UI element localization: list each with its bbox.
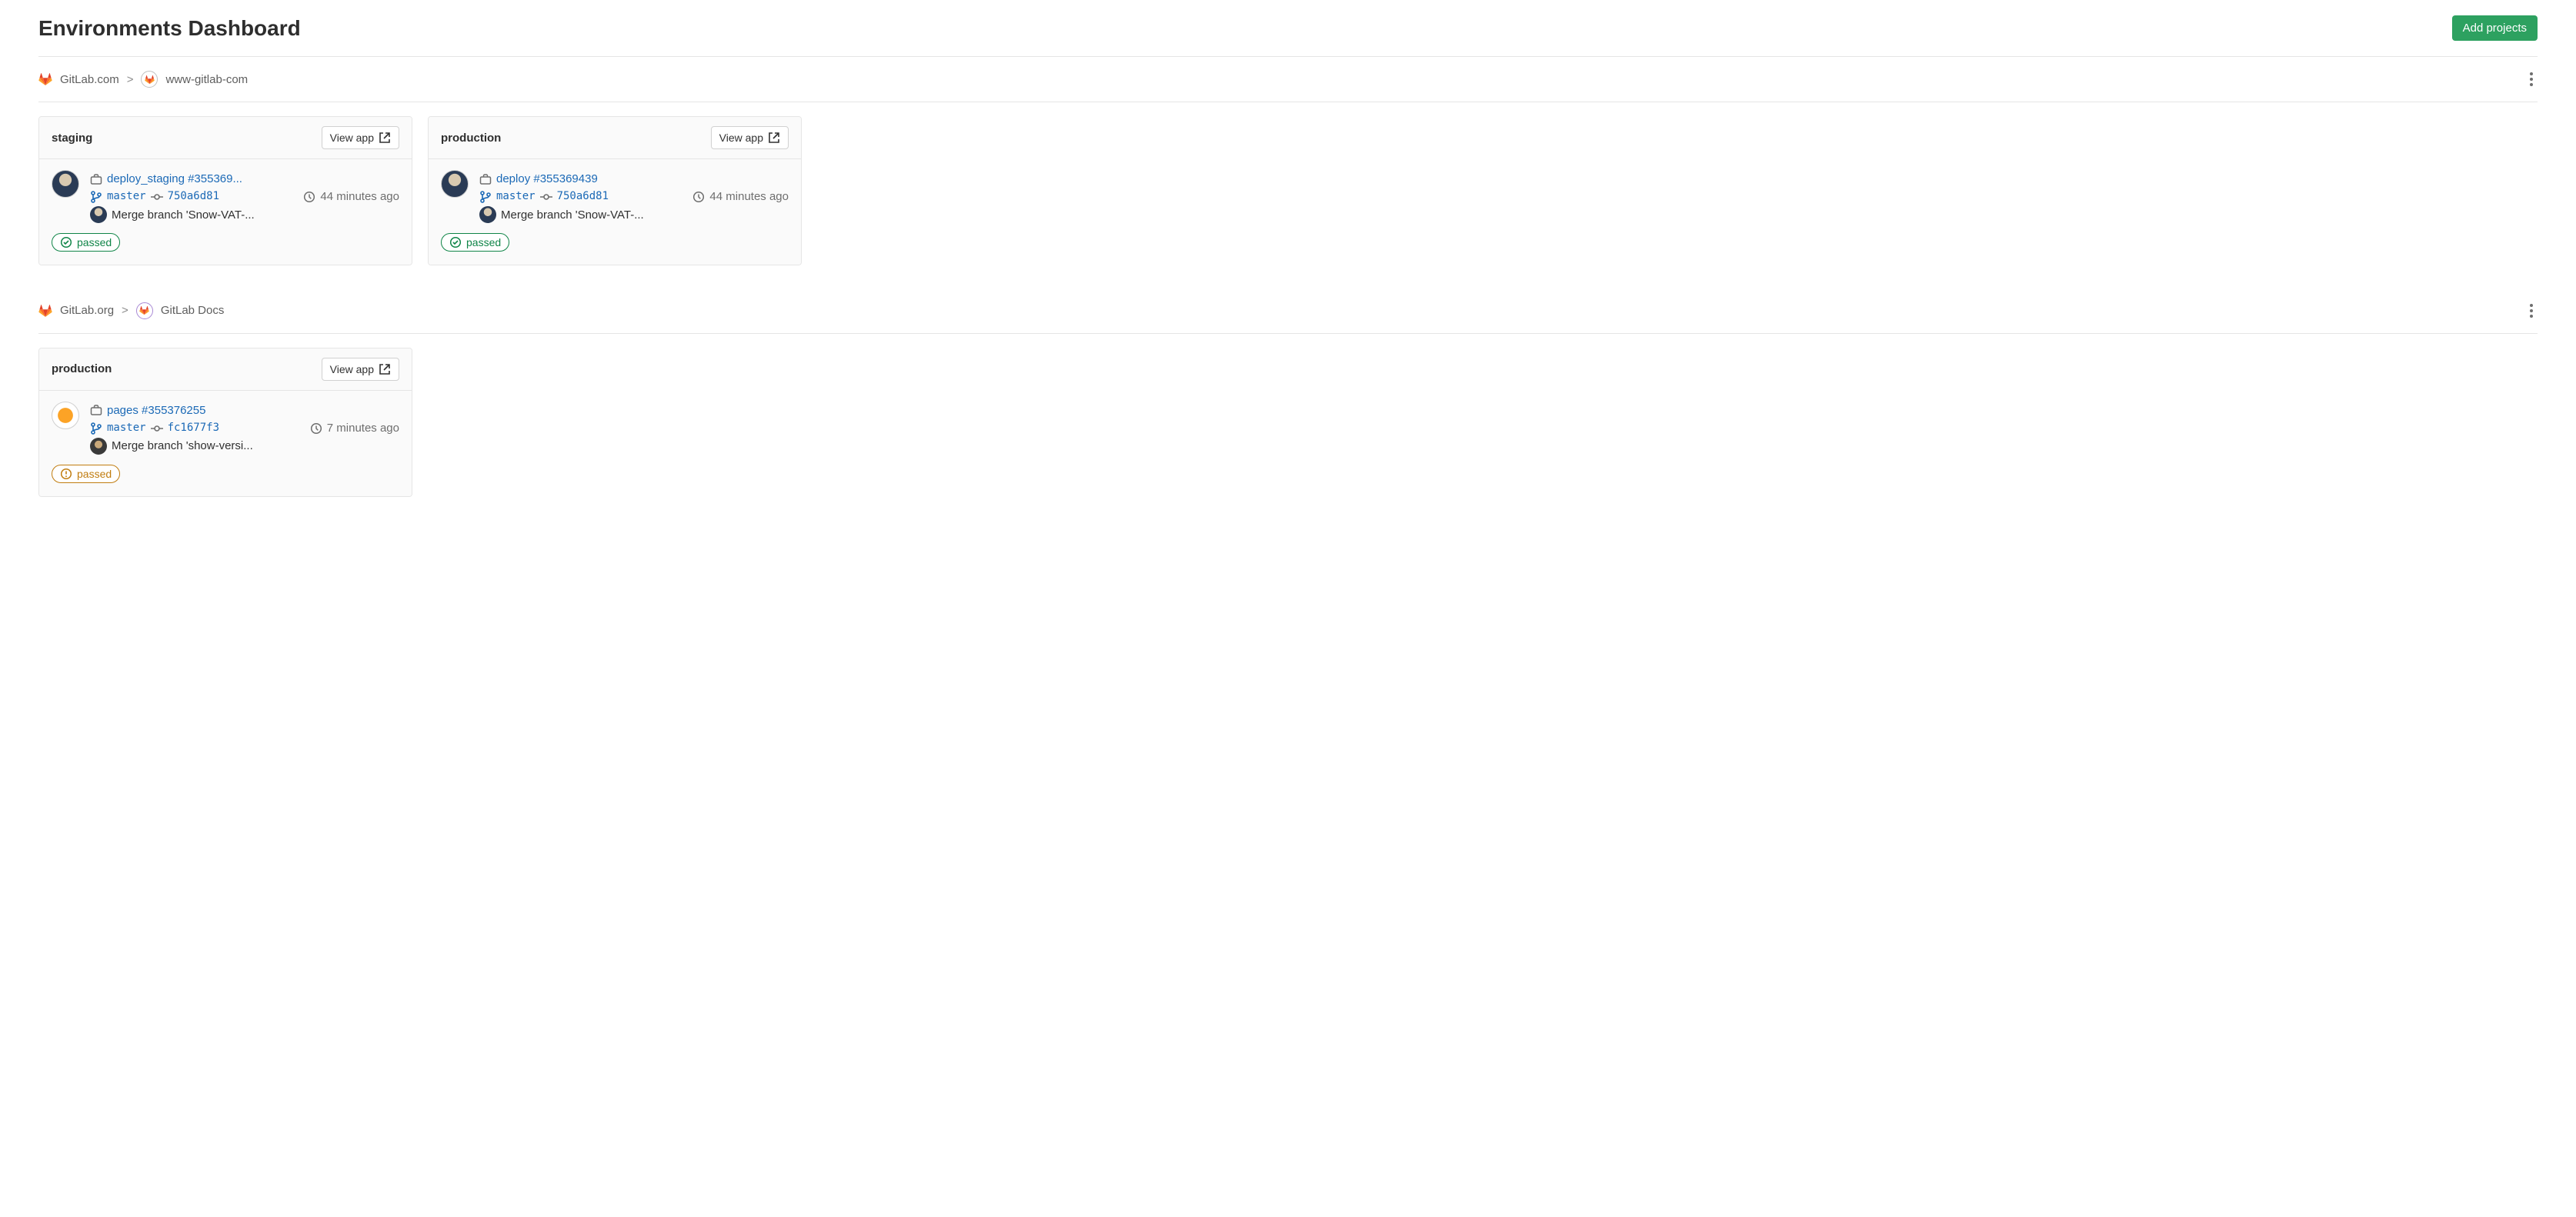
commit-icon bbox=[151, 191, 163, 203]
project-breadcrumb-row: GitLab.org > GitLab Docs bbox=[38, 288, 2538, 334]
external-link-icon bbox=[379, 132, 391, 144]
status-warning-icon bbox=[60, 468, 72, 480]
breadcrumb-group-link[interactable]: GitLab.org bbox=[60, 304, 114, 317]
committer-avatar[interactable] bbox=[90, 206, 107, 223]
status-passed-icon bbox=[449, 236, 462, 248]
external-link-icon bbox=[768, 132, 780, 144]
status-label: passed bbox=[466, 236, 501, 248]
view-app-label: View app bbox=[330, 132, 374, 144]
time-ago: 7 minutes ago bbox=[327, 419, 399, 437]
clock-icon bbox=[310, 422, 322, 435]
deployer-avatar[interactable] bbox=[52, 170, 79, 198]
external-link-icon bbox=[379, 363, 391, 375]
time-ago: 44 minutes ago bbox=[320, 188, 399, 205]
status-passed-icon bbox=[60, 236, 72, 248]
commit-icon bbox=[540, 191, 552, 203]
clock-icon bbox=[303, 191, 315, 203]
commit-message: Merge branch 'show-versi... bbox=[112, 437, 253, 455]
job-icon bbox=[90, 404, 102, 416]
chevron-right-icon: > bbox=[127, 73, 134, 86]
commit-icon bbox=[151, 422, 163, 435]
gitlab-logo-icon bbox=[38, 304, 52, 318]
commit-message: Merge branch 'Snow-VAT-... bbox=[501, 206, 644, 224]
committer-avatar[interactable] bbox=[479, 206, 496, 223]
deployer-avatar[interactable] bbox=[441, 170, 469, 198]
environment-name: staging bbox=[52, 132, 92, 145]
job-link[interactable]: pages #355376255 bbox=[107, 402, 205, 419]
chevron-right-icon: > bbox=[122, 304, 128, 317]
breadcrumb-project: GitLab Docs bbox=[161, 304, 225, 317]
pipeline-status-badge[interactable]: passed bbox=[441, 233, 509, 252]
branch-icon bbox=[90, 191, 102, 203]
project-avatar-icon bbox=[141, 71, 158, 88]
job-link[interactable]: deploy_staging #355369... bbox=[107, 170, 242, 188]
environments-row: production View app pages #355376255 mas… bbox=[38, 334, 2538, 520]
environment-name: production bbox=[52, 362, 112, 375]
clock-icon bbox=[692, 191, 705, 203]
job-link[interactable]: deploy #355369439 bbox=[496, 170, 598, 188]
environment-card: staging View app deploy_staging #355369.… bbox=[38, 116, 412, 265]
branch-link[interactable]: master bbox=[107, 188, 146, 205]
commit-sha-link[interactable]: fc1677f3 bbox=[168, 420, 219, 437]
commit-sha-link[interactable]: 750a6d81 bbox=[168, 188, 219, 205]
deployer-avatar[interactable] bbox=[52, 402, 79, 429]
commit-message: Merge branch 'Snow-VAT-... bbox=[112, 206, 255, 224]
branch-link[interactable]: master bbox=[496, 188, 536, 205]
view-app-button[interactable]: View app bbox=[322, 358, 399, 381]
environment-name: production bbox=[441, 132, 501, 145]
environment-card: production View app deploy #355369439 ma… bbox=[428, 116, 802, 265]
page-header: Environments Dashboard Add projects bbox=[38, 15, 2538, 57]
commit-sha-link[interactable]: 750a6d81 bbox=[557, 188, 609, 205]
breadcrumb: GitLab.com > www-gitlab-com bbox=[38, 71, 248, 88]
page-title: Environments Dashboard bbox=[38, 16, 301, 41]
status-label: passed bbox=[77, 236, 112, 248]
view-app-button[interactable]: View app bbox=[711, 126, 789, 149]
add-projects-button[interactable]: Add projects bbox=[2452, 15, 2538, 41]
view-app-label: View app bbox=[330, 363, 374, 375]
job-icon bbox=[90, 173, 102, 185]
environments-row: staging View app deploy_staging #355369.… bbox=[38, 102, 2538, 288]
time-ago: 44 minutes ago bbox=[709, 188, 789, 205]
branch-icon bbox=[90, 422, 102, 435]
branch-icon bbox=[479, 191, 492, 203]
status-label: passed bbox=[77, 468, 112, 480]
gitlab-logo-icon bbox=[38, 72, 52, 86]
committer-avatar[interactable] bbox=[90, 438, 107, 455]
breadcrumb: GitLab.org > GitLab Docs bbox=[38, 302, 224, 319]
project-menu-button[interactable] bbox=[2525, 299, 2538, 322]
view-app-label: View app bbox=[719, 132, 763, 144]
view-app-button[interactable]: View app bbox=[322, 126, 399, 149]
branch-link[interactable]: master bbox=[107, 420, 146, 437]
pipeline-status-badge[interactable]: passed bbox=[52, 233, 120, 252]
project-avatar-icon bbox=[136, 302, 153, 319]
breadcrumb-project: www-gitlab-com bbox=[165, 73, 248, 86]
pipeline-status-badge[interactable]: passed bbox=[52, 465, 120, 483]
breadcrumb-group-link[interactable]: GitLab.com bbox=[60, 73, 119, 86]
environment-card: production View app pages #355376255 mas… bbox=[38, 348, 412, 497]
project-breadcrumb-row: GitLab.com > www-gitlab-com bbox=[38, 57, 2538, 102]
job-icon bbox=[479, 173, 492, 185]
project-menu-button[interactable] bbox=[2525, 68, 2538, 91]
